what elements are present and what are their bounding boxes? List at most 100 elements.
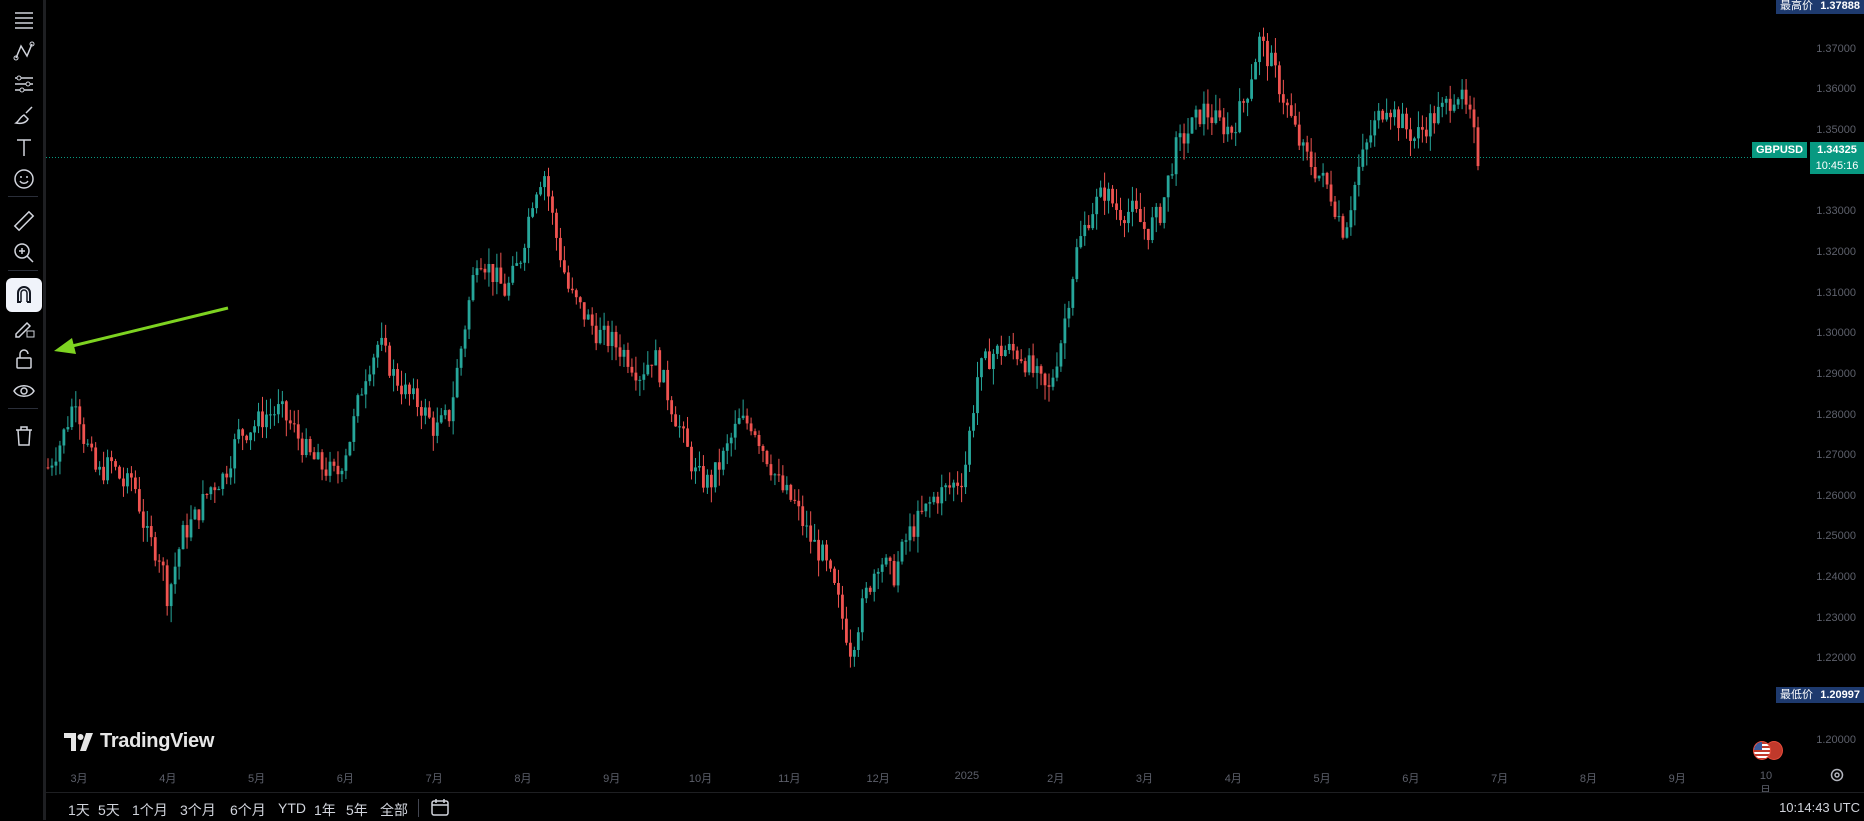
candle-body (296, 424, 300, 439)
low-label-text: 最低价 (1780, 689, 1813, 701)
candle-body (1401, 113, 1404, 129)
candle (1075, 238, 1079, 283)
tradingview-logo[interactable]: TradingView (64, 730, 214, 753)
tool-lines[interactable] (6, 66, 42, 100)
tool-pencil-lock[interactable] (6, 310, 42, 344)
candle-body (463, 329, 467, 349)
candle-body (856, 632, 860, 650)
range-button[interactable]: 1天 (68, 800, 90, 820)
candle-body (1289, 105, 1293, 116)
tool-brush[interactable] (6, 98, 42, 132)
candle (1222, 107, 1226, 143)
candle (1162, 197, 1166, 229)
candle-body (535, 194, 538, 209)
candle-body (582, 302, 586, 320)
tool-zoom[interactable] (6, 236, 42, 270)
candle-body (1250, 79, 1253, 99)
candle-body (189, 519, 193, 538)
tool-ruler[interactable] (6, 204, 42, 238)
candle (328, 451, 332, 483)
tool-lock[interactable] (6, 342, 42, 376)
price-tick: 1.36000 (1816, 83, 1856, 96)
candle-body (1150, 217, 1154, 241)
candle (1468, 95, 1472, 119)
candle-body (694, 467, 697, 472)
candle (66, 416, 70, 432)
candle (1083, 211, 1087, 246)
candle (809, 511, 813, 554)
candle (622, 344, 626, 368)
candle (86, 439, 90, 447)
range-button[interactable]: 6个月 (230, 800, 266, 820)
candle-body (46, 467, 50, 469)
tool-eye[interactable] (6, 374, 42, 408)
candle-body (896, 561, 900, 586)
candle (1417, 111, 1420, 149)
tool-text[interactable] (6, 130, 42, 164)
candle-body (185, 525, 189, 538)
candle-body (1353, 184, 1357, 211)
candle (62, 428, 66, 454)
tool-menu[interactable] (6, 2, 42, 36)
range-button[interactable]: 1年 (314, 800, 336, 820)
candlestick-chart[interactable] (46, 0, 1864, 790)
candle-body (1242, 101, 1246, 103)
candle (1150, 207, 1154, 244)
candle (956, 471, 960, 495)
candle-body (952, 482, 956, 488)
candle-body (833, 568, 836, 584)
tool-emoji[interactable] (6, 162, 42, 196)
candle (1401, 102, 1404, 129)
candle-body (1381, 110, 1385, 120)
candle (1035, 358, 1039, 389)
candle-body (1317, 175, 1321, 179)
range-button[interactable]: 5年 (346, 800, 368, 820)
low-price-label: 最低价 1.20997 (1776, 687, 1864, 703)
candle-body (705, 474, 709, 488)
settings-gear[interactable] (1829, 767, 1845, 783)
price-tick: 1.24000 (1816, 571, 1856, 584)
time-axis[interactable]: 3月 4月 5月 6月 7月 8月 9月 10月 11月 12月 2025 2月 3月 4月 5月 6月 7月 8… (46, 766, 1776, 797)
range-button[interactable]: YTD (278, 800, 306, 816)
utc-clock[interactable]: 10:14:43 UTC (1779, 800, 1860, 815)
chart-area[interactable] (46, 0, 1864, 820)
candle (860, 589, 864, 641)
candle (344, 448, 348, 480)
tool-trash[interactable] (6, 418, 42, 452)
candle (201, 480, 205, 523)
candle-body (650, 364, 654, 366)
candle-body (384, 337, 388, 346)
flag-icon[interactable] (1753, 741, 1783, 760)
candle-body (1023, 361, 1027, 373)
date-range-button[interactable] (430, 797, 450, 817)
candle-body (1428, 113, 1432, 137)
candle (217, 486, 221, 491)
candle-body (936, 496, 940, 504)
candle-body (578, 297, 582, 303)
range-button[interactable]: 5天 (98, 800, 120, 820)
candle (753, 428, 757, 438)
price-axis[interactable]: 1.37000 1.36000 1.35000 1.33000 1.32000 1.310… (1776, 0, 1864, 790)
candle-body (1190, 117, 1194, 134)
candle (1067, 301, 1071, 328)
candle (825, 540, 828, 572)
candle-body (133, 477, 137, 490)
candle-body (777, 474, 781, 476)
tool-pattern[interactable] (6, 34, 42, 68)
candle-body (1297, 124, 1301, 146)
candle (1019, 349, 1023, 364)
candle-body (817, 539, 821, 561)
candle-body (221, 473, 225, 489)
candle-body (324, 469, 328, 476)
candle (1309, 138, 1313, 176)
candle-body (205, 493, 209, 495)
candle (118, 465, 121, 480)
tool-magnet[interactable] (6, 278, 42, 312)
price-tick: 1.35000 (1816, 124, 1856, 137)
range-button[interactable]: 全部 (380, 800, 408, 820)
candle-body (1409, 129, 1412, 141)
candle-body (1230, 126, 1234, 133)
range-button[interactable]: 3个月 (180, 800, 216, 820)
candle-body (118, 466, 121, 479)
range-button[interactable]: 1个月 (132, 800, 168, 820)
